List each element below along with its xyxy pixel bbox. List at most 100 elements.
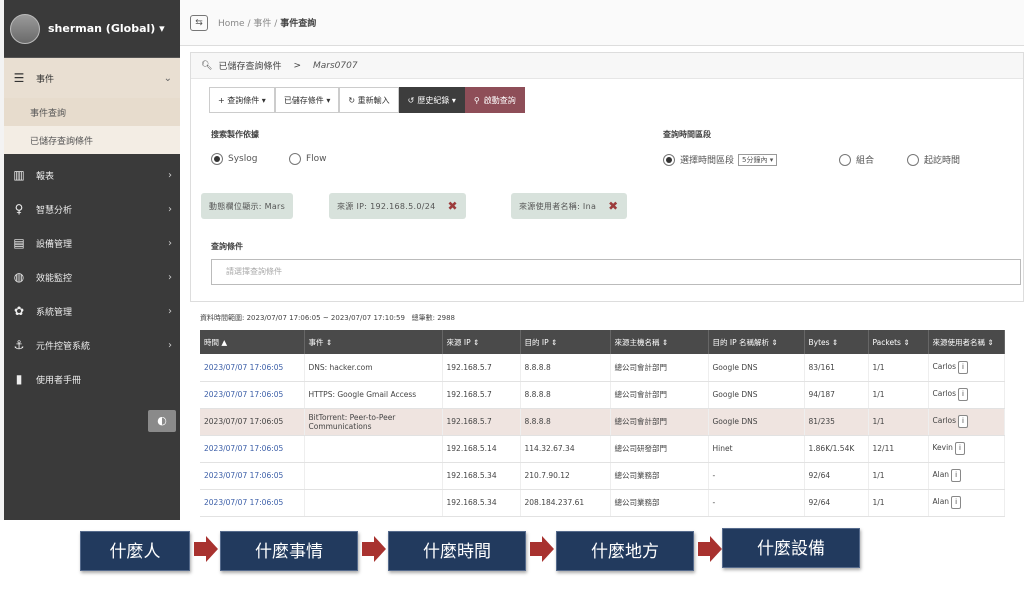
table-row[interactable]: 2023/07/07 17:06:05 HTTPS: Google Gmail …: [200, 381, 1005, 409]
cell-time[interactable]: 2023/07/07 17:06:05: [200, 408, 305, 436]
filter-chip-source-user[interactable]: 來源使用者名稱: Ina ✖: [511, 193, 627, 219]
cell-source-ip: 192.168.5.14: [442, 435, 521, 463]
info-icon[interactable]: i: [958, 360, 968, 374]
info-icon[interactable]: i: [951, 496, 962, 509]
chip-label: 來源 IP: 192.168.5.0/24: [337, 201, 436, 211]
breadcrumb-separator: /: [247, 19, 251, 29]
history-label: 歷史紀錄 ▾: [417, 95, 456, 105]
column-header[interactable]: 來源 IP ⇕: [442, 330, 521, 354]
cell-bytes: 94/187: [804, 381, 869, 409]
time-window-select[interactable]: 5分鐘內 ▾: [738, 153, 778, 166]
avatar: [10, 13, 40, 44]
sidebar-item-performance[interactable]: ◍ 效能監控 ›: [4, 260, 180, 294]
cell-time[interactable]: 2023/07/07 17:06:05: [200, 381, 305, 409]
cell-event: BitTorrent: Peer-to-Peer Communications: [304, 408, 443, 436]
reset-button[interactable]: ↻ 重新輸入: [339, 87, 399, 113]
query-panel: 🔍︎ 已儲存查詢條件 > Mars0707 + 查詢條件 ▾ 已儲存條件 ▾ ↻…: [190, 52, 1024, 302]
radio-label: 起訖時間: [924, 156, 961, 166]
saved-conditions-button[interactable]: 已儲存條件 ▾: [274, 87, 340, 113]
chip-label: 動態欄位顯示: Mars: [209, 201, 286, 211]
radio-label: 選擇時間區段: [680, 156, 735, 166]
cell-packets: 1/1: [868, 489, 929, 517]
cell-user: Alan i: [928, 462, 1005, 490]
column-header[interactable]: 來源使用者名稱 ⇕: [928, 330, 1005, 354]
cell-time[interactable]: 2023/07/07 17:06:05: [200, 489, 305, 517]
sidebar-subitem-saved-queries[interactable]: 已儲存查詢條件: [4, 126, 180, 154]
cell-bytes: 1.86K/1.54K: [804, 435, 869, 463]
radio-flow[interactable]: Flow: [289, 153, 327, 165]
cell-packets: 12/11: [868, 435, 929, 463]
sidebar-item-system[interactable]: ✿ 系統管理 ›: [4, 294, 180, 328]
sidebar-item-user-manual[interactable]: ▮ 使用者手冊: [4, 362, 180, 396]
user-menu[interactable]: sherman (Global) ▾: [4, 0, 180, 58]
cell-bytes: 83/161: [804, 354, 869, 382]
source-label: 搜索製作依據: [211, 130, 259, 139]
info-icon[interactable]: i: [951, 469, 962, 482]
close-icon[interactable]: ✖: [448, 199, 458, 213]
sidebar-item-events[interactable]: ☰ 事件 ⌄: [4, 58, 180, 98]
radio-start-end[interactable]: 起訖時間: [907, 153, 960, 166]
radio-syslog[interactable]: Syslog: [211, 153, 257, 165]
cell-time[interactable]: 2023/07/07 17:06:05: [200, 462, 305, 490]
column-header[interactable]: Bytes ⇕: [804, 330, 869, 354]
bar-chart-icon: ▥: [13, 168, 25, 182]
history-button[interactable]: ↺ 歷史紀錄 ▾: [398, 87, 465, 113]
breadcrumb-home[interactable]: Home: [218, 19, 245, 29]
menu-toggle-icon[interactable]: ⇆: [190, 14, 208, 31]
result-range: 資料時間範圍: 2023/07/07 17:06:05 ~ 2023/07/07…: [200, 314, 405, 322]
cell-user: Carlos i: [928, 354, 1005, 382]
sidebar-item-device-management[interactable]: ▤ 設備管理 ›: [4, 226, 180, 260]
filter-chip-source-ip[interactable]: 來源 IP: 192.168.5.0/24 ✖: [329, 193, 466, 219]
cell-source-host: 總公司業務部: [610, 489, 709, 517]
search-icon: ⚲: [473, 95, 480, 105]
flow-box-what: 什麼事情: [220, 531, 358, 571]
table-row[interactable]: 2023/07/07 17:06:05 192.168.5.34 210.7.9…: [200, 462, 1005, 490]
column-header[interactable]: Packets ⇕: [868, 330, 929, 354]
info-icon[interactable]: i: [958, 415, 968, 428]
flow-box-who: 什麼人: [80, 531, 190, 571]
table-row[interactable]: 2023/07/07 17:06:05 192.168.5.14 114.32.…: [200, 435, 1005, 463]
close-icon[interactable]: ✖: [608, 199, 618, 213]
column-header[interactable]: 事件 ⇕: [304, 330, 443, 354]
condition-input[interactable]: 請選擇查詢條件: [211, 259, 1021, 285]
column-header[interactable]: 目的 IP 名稱解析 ⇕: [708, 330, 805, 354]
filter-chip-dynamic-field[interactable]: 動態欄位顯示: Mars: [201, 193, 294, 219]
cell-time[interactable]: 2023/07/07 17:06:05: [200, 354, 305, 382]
cell-source-ip: 192.168.5.34: [442, 489, 521, 517]
table-row[interactable]: 2023/07/07 17:06:05 192.168.5.34 208.184…: [200, 489, 1005, 517]
chevron-right-icon: ›: [168, 237, 172, 249]
sidebar-item-label: 智慧分析: [36, 205, 73, 216]
breadcrumb-separator: /: [274, 19, 278, 29]
sidebar-item-smart-analysis[interactable]: ♀ 智慧分析 ›: [4, 192, 180, 226]
column-header[interactable]: 時間 ▲: [200, 330, 305, 354]
radio-combine[interactable]: 組合: [839, 153, 874, 166]
cell-dest-ip: 8.8.8.8: [520, 381, 611, 409]
sidebar-item-label: 效能監控: [36, 273, 73, 284]
info-icon[interactable]: i: [958, 388, 968, 401]
sidebar-item-reports[interactable]: ▥ 報表 ›: [4, 158, 180, 192]
saved-query-label[interactable]: 已儲存查詢條件: [218, 59, 281, 72]
cell-event: [304, 462, 443, 490]
sidebar-item-component-control[interactable]: ⚓ 元件控管系統 ›: [4, 328, 180, 362]
table-row[interactable]: 2023/07/07 17:06:05 BitTorrent: Peer-to-…: [200, 408, 1005, 436]
query-toolbar: + 查詢條件 ▾ 已儲存條件 ▾ ↻ 重新輸入 ↺ 歷史紀錄 ▾ ⚲ 啟動查詢: [209, 87, 525, 113]
breadcrumb-current: 事件查詢: [280, 19, 317, 29]
cell-time[interactable]: 2023/07/07 17:06:05: [200, 435, 305, 463]
user-name[interactable]: sherman (Global) ▾: [48, 22, 165, 35]
table-row[interactable]: 2023/07/07 17:06:05 DNS: hacker.com 192.…: [200, 354, 1005, 382]
start-query-button[interactable]: ⚲ 啟動查詢: [464, 87, 525, 113]
cell-source-host: 總公司研發部門: [610, 435, 709, 463]
sidebar-subitem-event-query[interactable]: 事件查詢: [4, 98, 180, 126]
user-value: Alan: [932, 497, 950, 506]
cell-bytes: 92/64: [804, 462, 869, 490]
flow-box-when: 什麼時間: [388, 531, 526, 571]
radio-time-window[interactable]: 選擇時間區段 5分鐘內 ▾: [663, 153, 778, 166]
add-condition-button[interactable]: + 查詢條件 ▾: [209, 87, 275, 113]
info-icon[interactable]: i: [954, 442, 965, 455]
collapse-sidebar-button[interactable]: ◐: [148, 410, 176, 432]
column-header[interactable]: 目的 IP ⇕: [520, 330, 611, 354]
breadcrumb-events[interactable]: 事件: [253, 19, 271, 29]
user-value: Carlos: [932, 389, 957, 398]
column-header[interactable]: 來源主機名稱 ⇕: [610, 330, 709, 354]
chevron-right-icon: ›: [168, 271, 172, 283]
